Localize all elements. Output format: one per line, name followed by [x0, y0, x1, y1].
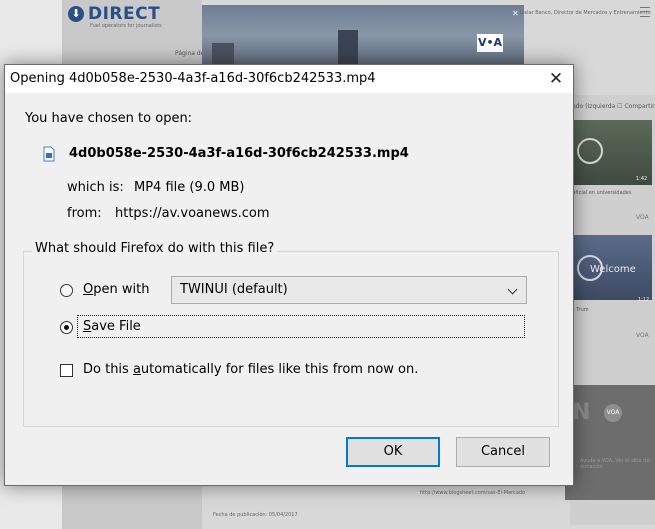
- video-close-icon[interactable]: ✕: [512, 9, 519, 18]
- ok-button[interactable]: OK: [346, 437, 440, 467]
- auto-checkbox-label[interactable]: Do this automatically for files like thi…: [83, 362, 418, 377]
- site-logo[interactable]: DIRECT: [88, 4, 160, 24]
- video-duration: 1:12: [638, 297, 650, 303]
- file-name: 4d0b058e-2530-4a3f-a16d-30f6cb242533.mp4: [69, 146, 409, 161]
- voa-label: VOA: [636, 332, 649, 339]
- video-caption[interactable]: s Trum: [572, 307, 589, 313]
- chevron-down-icon: [507, 284, 518, 295]
- voa-logo-icon: ⬇: [68, 6, 84, 22]
- cancel-button[interactable]: Cancel: [456, 437, 550, 467]
- which-is-label: which is:: [67, 180, 124, 195]
- site-logo-subtitle: Fuel operators for journalists: [90, 23, 162, 29]
- save-file-text: ave File: [91, 319, 141, 334]
- save-file-radio[interactable]: [60, 321, 73, 334]
- save-file-label[interactable]: Save File: [83, 319, 141, 334]
- file-type-value: MP4 file (9.0 MB): [134, 180, 245, 195]
- thumbnail-overlay-text: Welcome: [590, 264, 636, 275]
- from-label: from:: [67, 206, 102, 221]
- app-select-value: TWINUI (default): [180, 282, 288, 297]
- auto-text-rest: utomatically for files like this from no…: [140, 362, 419, 377]
- source-value: https://av.voanews.com: [115, 206, 270, 221]
- dialog-titlebar[interactable]: Opening 4d0b058e-2530-4a3f-a16d-30f6cb24…: [5, 65, 573, 93]
- video-player[interactable]: [202, 5, 524, 71]
- page-label: Página de: [175, 50, 205, 57]
- close-icon[interactable]: ✕: [541, 66, 571, 92]
- open-with-label[interactable]: Open with: [83, 282, 149, 297]
- file-icon: [43, 146, 55, 162]
- voa-circle-icon: VOA: [604, 404, 622, 422]
- source-url[interactable]: http://www.blogsheet.com/sas-El-Mercado: [420, 490, 525, 496]
- focus-outline: [77, 315, 525, 338]
- dialog-title: Opening 4d0b058e-2530-4a3f-a16d-30f6cb24…: [10, 71, 376, 86]
- auto-text-pre: Do this: [83, 362, 133, 377]
- publication-date: Fecha de publicación: 05/04/2017: [213, 512, 298, 518]
- promo-letter: N: [572, 400, 591, 425]
- video-caption[interactable]: Aficial en universidades: [572, 190, 632, 196]
- play-icon[interactable]: [577, 138, 603, 164]
- open-with-radio[interactable]: [60, 284, 73, 297]
- header-text: Ioslar Banco, Director de Mercados y Ent…: [520, 10, 651, 16]
- auto-checkbox[interactable]: [60, 364, 73, 377]
- action-question: What should Firefox do with this file?: [32, 241, 278, 256]
- share-link[interactable]: ndo (Izquierda ☐ Compartir: [572, 103, 655, 110]
- auto-accel: a: [132, 362, 141, 377]
- open-with-accel: O: [83, 282, 94, 297]
- voa-badge: V•A: [477, 34, 503, 52]
- radio-selected-dot: [64, 325, 69, 330]
- video-duration: 1:42: [636, 176, 648, 182]
- app-select[interactable]: TWINUI (default): [171, 276, 527, 304]
- download-dialog: Opening 4d0b058e-2530-4a3f-a16d-30f6cb24…: [4, 64, 574, 486]
- intro-text: You have chosen to open:: [25, 111, 193, 126]
- voa-label: VOA: [636, 214, 649, 221]
- donation-link[interactable]: Ayuda a VOA. Ver el sitio de donación: [580, 458, 655, 470]
- open-with-text: pen with: [93, 282, 150, 297]
- hamburger-icon[interactable]: [640, 7, 650, 17]
